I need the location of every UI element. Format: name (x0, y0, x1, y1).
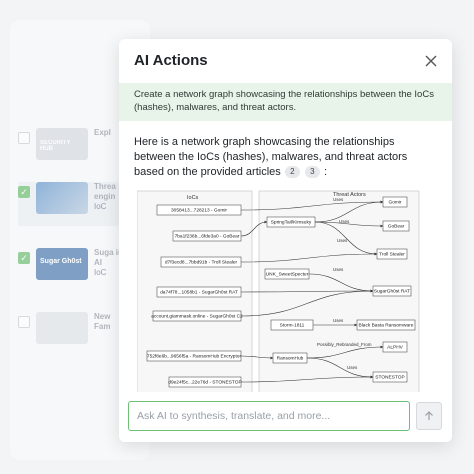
malware-node-label: Gomir (388, 200, 401, 206)
threat-actor-node: SpringTail/Kimsuky (266, 216, 316, 228)
checkbox[interactable] (18, 132, 30, 144)
threat-actor-node-label: SpringTail/Kimsuky (271, 220, 312, 226)
ioc-tag: IoC (94, 202, 107, 211)
threat-actor-node-label: UNK_SweetSpecter (266, 272, 309, 278)
edge-label: Uses (333, 318, 344, 323)
citation-badge[interactable]: 2 (284, 166, 300, 179)
ioc-group-label: IoCs (187, 195, 199, 201)
malware-node-label: GoBear (388, 224, 405, 230)
malware-node-label: STONESTOP (375, 375, 404, 381)
malware-node-label: SugarGh0st RAT (374, 289, 410, 295)
malware-node: ALPHV (382, 341, 408, 353)
ioc-node-label: 752f8e6b...9656f5a - RansomHub Encryptor (147, 354, 242, 360)
ai-answer-text: Here is a network graph showcasing the r… (134, 135, 439, 180)
ioc-tag: IoC (94, 268, 107, 277)
ioc-node-label: 3058413...728213 - Gomir (171, 208, 227, 214)
edge-label: Uses (339, 219, 350, 224)
ioc-node-label: d7f3ecd8...7bbd91b - Troll Stealer (165, 260, 238, 266)
ai-prompt-input-wrapper (128, 401, 410, 431)
malware-node: Black Basta Ransomware (356, 319, 416, 331)
checkbox-checked[interactable]: ✓ (18, 252, 30, 264)
article-thumbnail: Sugar Gh0st (36, 248, 88, 280)
ai-prompt-input[interactable] (129, 402, 409, 430)
malware-node: GoBear (382, 220, 410, 232)
malware-node: Gomir (382, 196, 408, 208)
citation-badge[interactable]: 3 (304, 166, 320, 179)
modal-header: AI Actions (119, 39, 452, 83)
malware-node-label: ALPHV (387, 345, 404, 351)
malware-node: STONESTOP (372, 371, 408, 383)
ioc-node-label: account.giammask.online - SugarGh0st C2 (151, 314, 243, 320)
malware-node-label: Black Basta Ransomware (359, 323, 414, 329)
malware-node: Troll Stealer (376, 248, 408, 260)
edge-label: Uses (347, 365, 358, 370)
ioc-node: da74f78...1058b1 - SugarGh0st RAT (156, 286, 242, 298)
edge-label: Possibly_Rebranded_From (317, 342, 372, 347)
article-thumbnail (36, 182, 88, 214)
malware-node-label: Troll Stealer (379, 252, 405, 258)
threat-actor-node-label: Storm-1811 (280, 323, 305, 329)
send-button[interactable] (416, 402, 442, 430)
article-thumbnail (36, 312, 88, 344)
threat-actor-node: UNK_SweetSpecter (264, 268, 310, 280)
list-item[interactable]: ✓ Sugar Gh0st Suga in AI IoC (18, 248, 128, 292)
threat-actor-node-label: RansomHub (277, 356, 304, 362)
threat-actor-node: RansomHub (272, 352, 308, 364)
ioc-node-label: da74f78...1058b1 - SugarGh0st RAT (160, 290, 238, 296)
ioc-node: d9e24f5c...22e76d - STONESTOP (168, 376, 242, 388)
answer-body: Here is a network graph showcasing the r… (134, 136, 408, 178)
list-item-title-text: Threa engin (94, 182, 116, 201)
edge-label: Uses (333, 197, 344, 202)
ioc-node: 7ba1f236b...6fde3a0 - GoBear (172, 230, 242, 242)
edge-label: Uses (333, 267, 344, 272)
article-thumbnail: SECURITY HUB (36, 128, 88, 160)
modal-title: AI Actions (134, 52, 208, 69)
ioc-node: d7f3ecd8...7bbd91b - Troll Stealer (160, 256, 242, 268)
checkbox-checked[interactable]: ✓ (18, 186, 30, 198)
close-icon[interactable] (422, 52, 440, 70)
answer-suffix: : (323, 166, 328, 178)
ioc-node-label: d9e24f5c...22e76d - STONESTOP (168, 380, 241, 386)
list-item[interactable]: ✓ Threa engin IoC (18, 182, 128, 226)
ioc-node: 3058413...728213 - Gomir (156, 204, 242, 216)
ioc-node: account.giammask.online - SugarGh0st C2 (151, 310, 243, 322)
list-item[interactable]: New Fam (18, 312, 128, 356)
ioc-node-label: 7ba1f236b...6fde3a0 - GoBear (175, 234, 240, 240)
threat-actor-node: Storm-1811 (270, 319, 314, 331)
user-prompt: Create a network graph showcasing the re… (119, 83, 452, 121)
list-item[interactable]: SECURITY HUB Expl (18, 128, 128, 172)
list-item-title: Expl (94, 128, 111, 137)
ioc-node: 752f8e6b...9656f5a - RansomHub Encryptor (146, 350, 242, 362)
thumbnail-label: Sugar Gh0st (40, 258, 82, 265)
arrow-up-icon (425, 411, 433, 420)
malware-node: SugarGh0st RAT (372, 285, 412, 297)
thumbnail-label: SECURITY HUB (40, 140, 71, 152)
edge-label: Uses (337, 238, 348, 243)
ai-actions-modal: AI Actions Create a network graph showca… (119, 39, 452, 442)
checkbox[interactable] (18, 316, 30, 328)
